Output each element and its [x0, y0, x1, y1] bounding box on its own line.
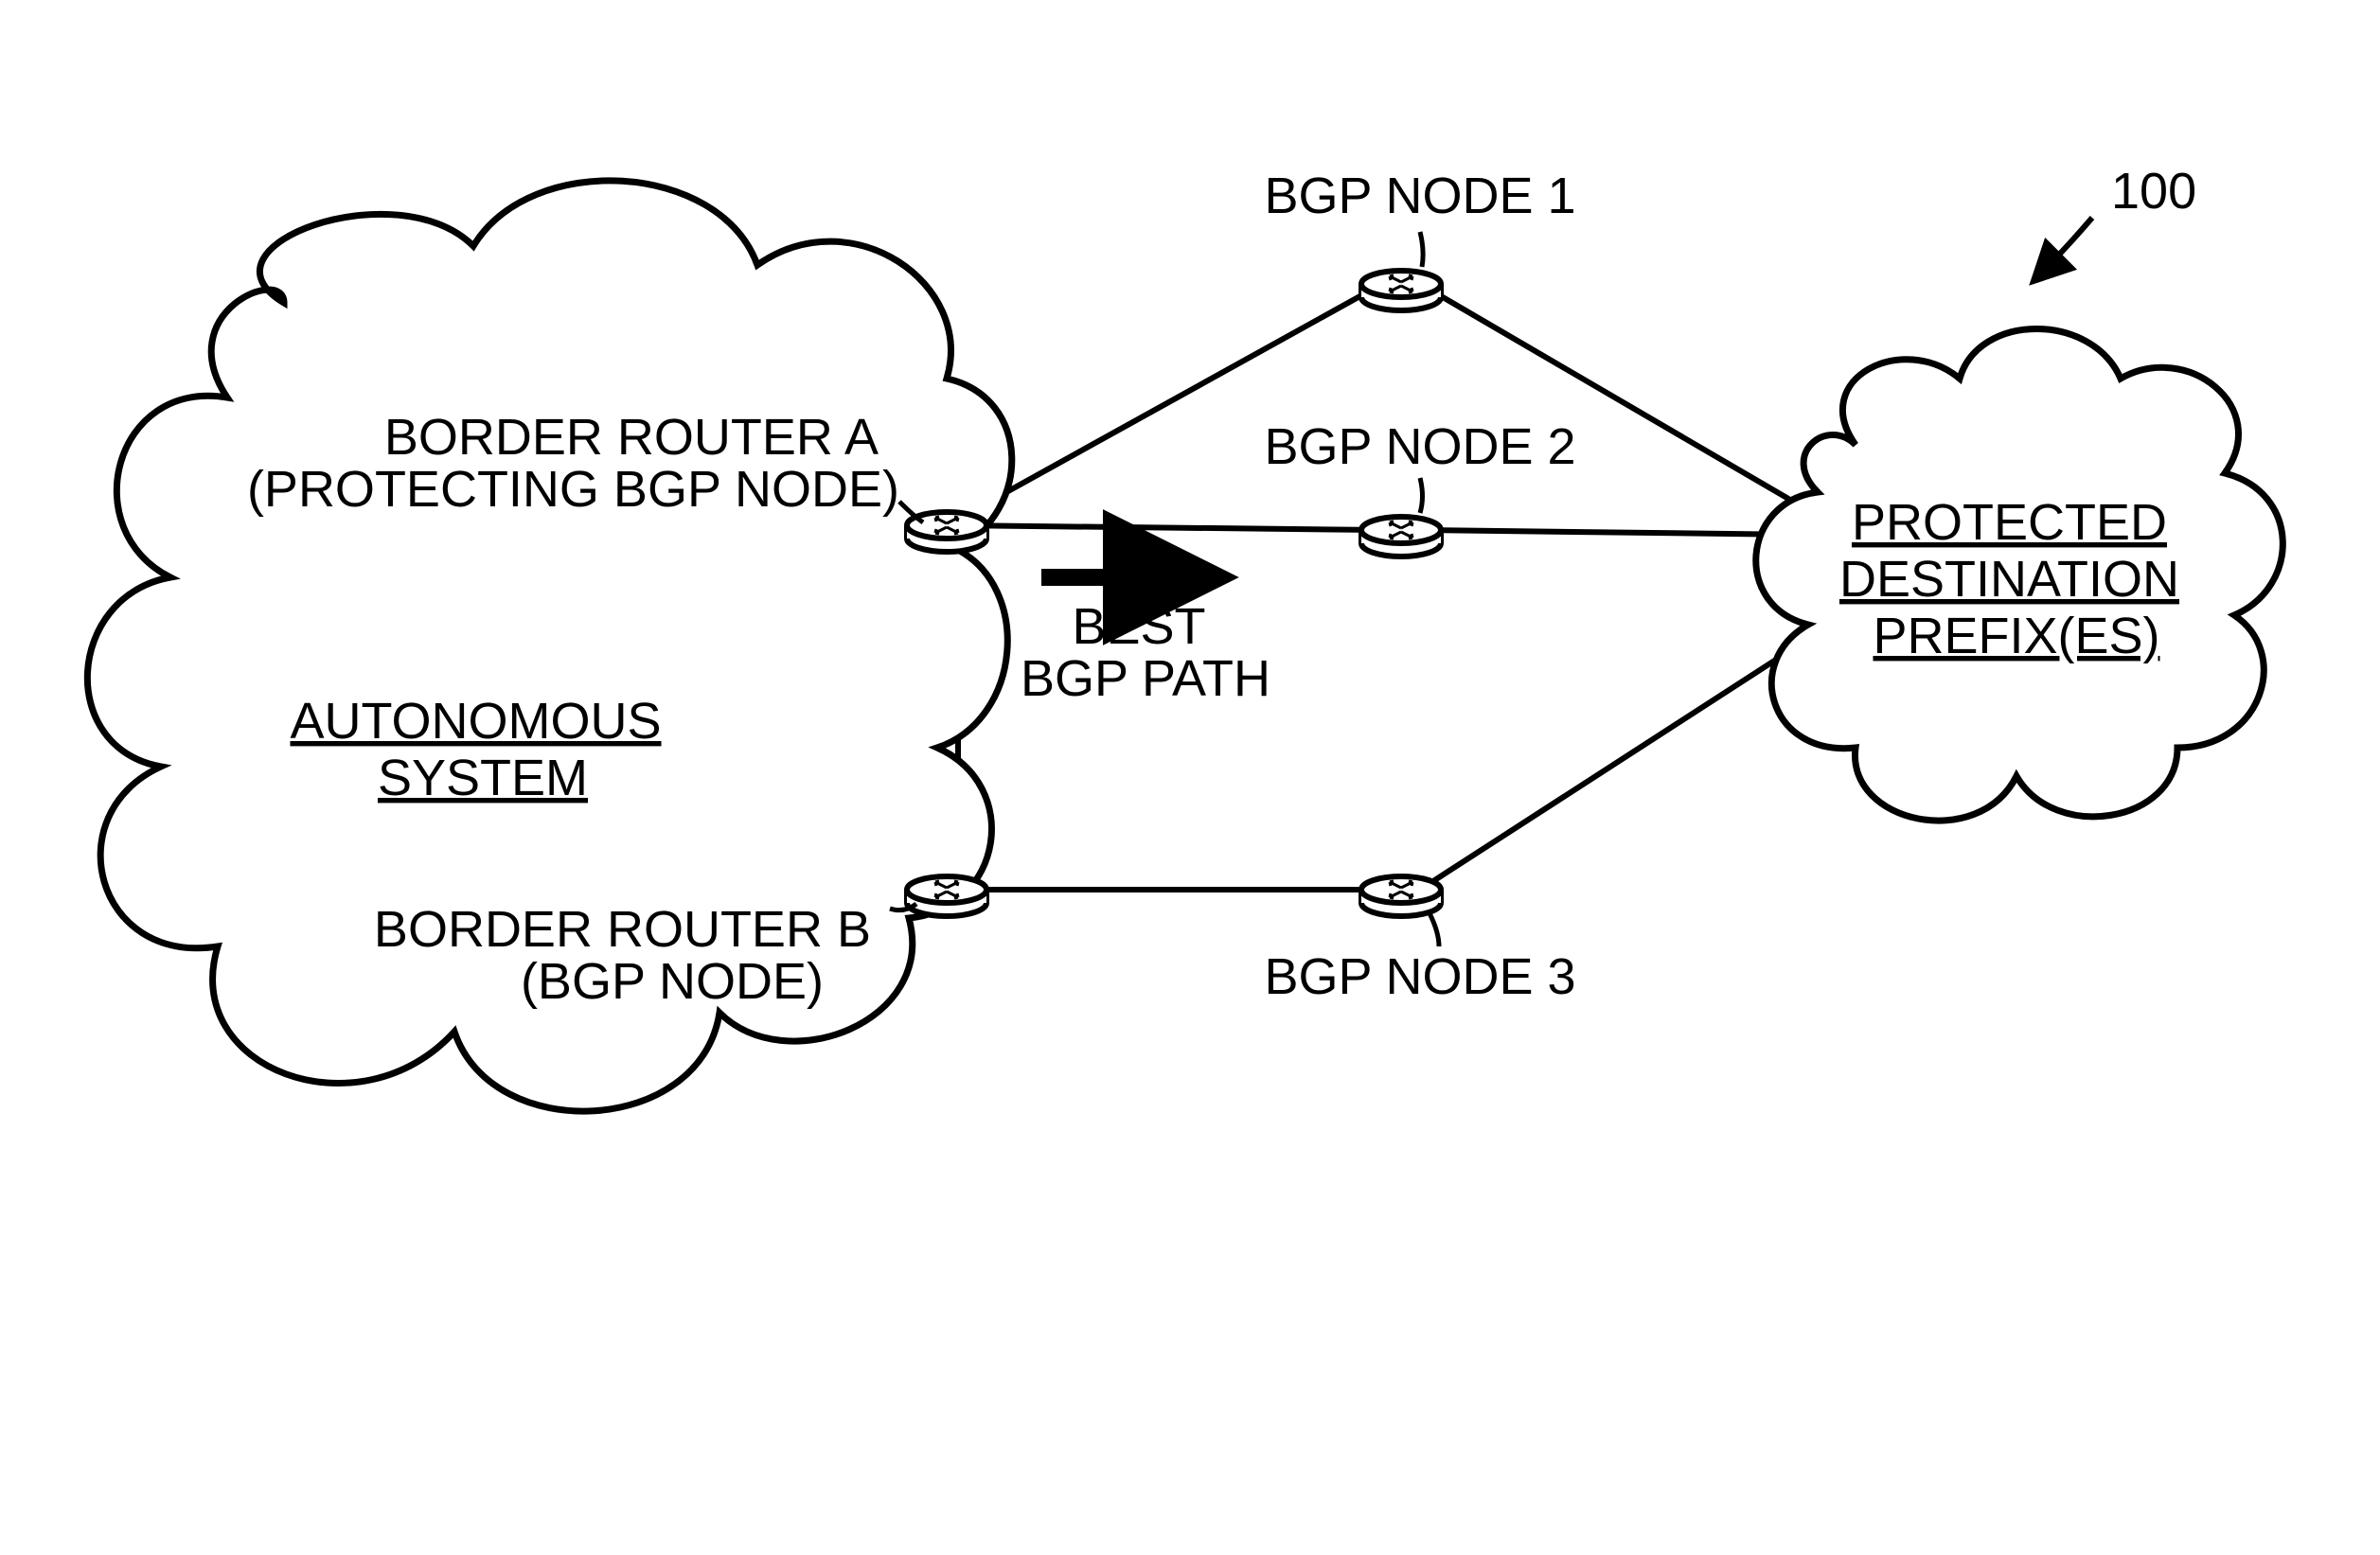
router-b-line2: (BGP NODE)	[521, 953, 824, 1010]
bgp-node-1: BGP NODE 1	[1264, 168, 1575, 310]
as-label-line1: AUTONOMOUS	[290, 693, 661, 750]
figure-reference: 100	[2035, 163, 2196, 279]
svg-text:BEST BGP PATH: BEST BGP PATH	[1021, 598, 1270, 707]
bgp-node-2: BGP NODE 2	[1264, 418, 1575, 557]
svg-text:PROTECTED DESTINATION: PROTECTED DESTINATION PREFIX(ES)	[1839, 494, 2194, 664]
bgp-node-1-label: BGP NODE 1	[1264, 168, 1575, 224]
dest-label-line3: PREFIX(ES)	[1873, 608, 2159, 664]
as-label-line2: SYSTEM	[378, 750, 588, 806]
dest-label-line2: DESTINATION	[1839, 551, 2179, 608]
bgp-node-3-label: BGP NODE 3	[1264, 948, 1575, 1005]
dest-label-line1: PROTECTED	[1852, 494, 2167, 551]
figure-ref-label: 100	[2111, 163, 2196, 220]
bgp-node-3: BGP NODE 3	[1264, 876, 1575, 1005]
router-b-line1: BORDER ROUTER B	[374, 901, 871, 958]
best-path-line1: BEST	[1072, 598, 1204, 655]
router-a-line2: (PROTECTING BGP NODE)	[247, 461, 899, 518]
bgp-node-2-label: BGP NODE 2	[1264, 418, 1575, 475]
best-path-line2: BGP PATH	[1021, 650, 1270, 707]
router-a-line1: BORDER ROUTER A	[384, 409, 879, 466]
best-bgp-path: BEST BGP PATH	[1021, 577, 1270, 707]
destination-cloud: PROTECTED DESTINATION PREFIX(ES)	[1756, 329, 2283, 822]
links	[942, 284, 1818, 890]
